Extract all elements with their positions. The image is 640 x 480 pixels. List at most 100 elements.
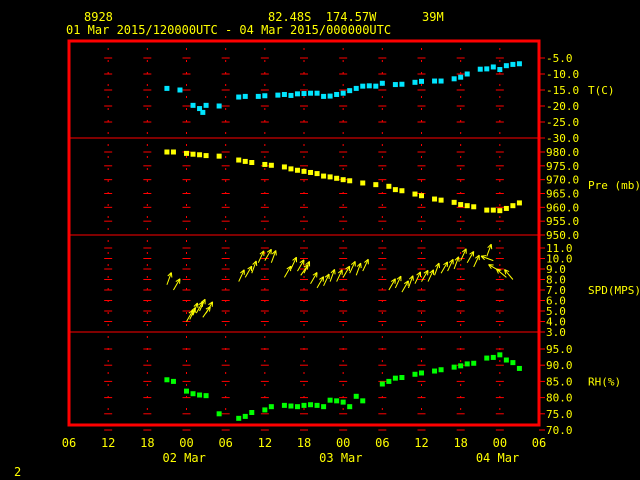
pressure-point [288, 166, 294, 172]
station-id: 8928 [84, 10, 113, 24]
y-tick-label: 960.0 [546, 201, 579, 214]
series-label-wind: SPD(MPS) [588, 284, 640, 297]
pressure-point [262, 161, 268, 167]
relative_humidity-point [308, 402, 314, 408]
station-location: 82.48S 174.57W [268, 10, 377, 24]
temperature-point [275, 92, 281, 98]
relative_humidity-point [379, 381, 385, 387]
wind-arrow [388, 278, 396, 291]
wind-arrow-head [490, 244, 493, 250]
wind-arrow [270, 250, 277, 263]
temperature-point [190, 102, 196, 108]
x-tick-label: 00 [336, 436, 350, 450]
pressure-point [386, 183, 392, 189]
pressure-point [203, 153, 209, 159]
relative_humidity-point [464, 361, 470, 367]
temperature-point [347, 88, 353, 94]
temperature-point [438, 78, 444, 84]
wind-arrow-head [412, 275, 414, 281]
pressure-point [419, 193, 424, 199]
wind-arrow [251, 260, 258, 274]
relative_humidity-point [242, 413, 248, 419]
temperature-point [399, 81, 405, 87]
wind-arrow-head [438, 263, 441, 269]
y-tick-label: 965.0 [546, 188, 579, 201]
wind-arrow [434, 262, 441, 276]
temperature-point [288, 92, 294, 98]
y-tick-label: -10.0 [546, 68, 579, 81]
relative_humidity-point [497, 352, 503, 358]
temperature-point [236, 94, 242, 100]
relative_humidity-point [438, 367, 444, 373]
relative_humidity-point [268, 404, 274, 410]
temperature-point [477, 66, 483, 72]
temperature-point [262, 93, 268, 99]
y-tick-label: 950.0 [546, 229, 579, 242]
y-tick-label: -15.0 [546, 84, 579, 97]
wind-arrow [283, 265, 292, 278]
page-number: 2 [14, 465, 21, 479]
relative_humidity-point [249, 410, 255, 416]
relative_humidity-point [392, 375, 398, 381]
temperature-point [503, 63, 509, 69]
wind-arrow [427, 269, 435, 282]
relative_humidity-point [203, 393, 209, 399]
pressure-point [190, 151, 196, 157]
y-tick-label: 975.0 [546, 160, 579, 173]
wind-arrow [453, 256, 460, 270]
y-tick-label: 11.0 [546, 242, 573, 255]
temperature-point [164, 85, 170, 91]
temperature-point [379, 80, 385, 86]
pressure-point [438, 197, 444, 203]
wind-arrow-head [481, 255, 487, 257]
pressure-point [347, 178, 353, 184]
pressure-point [308, 169, 314, 175]
y-tick-label: 955.0 [546, 215, 579, 228]
pressure-point [184, 150, 189, 156]
y-tick-label: 90.0 [546, 359, 573, 372]
temperature-point [490, 64, 496, 70]
temperature-point [327, 93, 333, 99]
temperature-point [451, 76, 457, 82]
x-tick-label: 06 [62, 436, 76, 450]
temperature-point [308, 90, 314, 96]
x-tick-label: 18 [453, 436, 467, 450]
wind-arrow [244, 265, 253, 278]
relative_humidity-point [432, 368, 438, 374]
wind-arrow-head [275, 250, 277, 256]
temperature-point [242, 93, 248, 99]
pressure-point [432, 196, 438, 202]
pressure-point [458, 202, 464, 208]
relative_humidity-point [412, 371, 418, 377]
wind-arrow [504, 269, 514, 280]
x-tick-label: 00 [179, 436, 193, 450]
pressure-point [294, 167, 300, 173]
pressure-point [268, 162, 274, 168]
wind-arrow [440, 261, 449, 274]
relative_humidity-point [503, 357, 509, 363]
wind-arrow [486, 243, 493, 257]
pressure-point [216, 153, 222, 159]
y-tick-label: 970.0 [546, 174, 579, 187]
pressure-point [399, 188, 405, 194]
x-tick-label: 06 [218, 436, 232, 450]
relative_humidity-point [451, 364, 457, 370]
relative_humidity-point [197, 392, 203, 398]
relative_humidity-point [516, 365, 522, 371]
temperature-point [301, 91, 307, 97]
pressure-point [497, 208, 503, 214]
relative_humidity-point [353, 393, 359, 399]
x-tick-label: 06 [532, 436, 546, 450]
relative_humidity-point [314, 402, 320, 408]
wind-arrow [329, 269, 336, 282]
x-tick-label: 00 [493, 436, 507, 450]
meteogram-chart: 8928 82.48S 174.57W 39M 01 Mar 2015/1200… [14, 10, 640, 479]
temperature-point [464, 71, 470, 77]
temperature-point [412, 79, 418, 85]
pressure-point [451, 199, 457, 205]
relative_humidity-point [484, 355, 490, 361]
temperature-point [314, 90, 320, 96]
pressure-point [334, 175, 340, 181]
pressure-point [490, 207, 496, 213]
pressure-point [510, 203, 516, 209]
